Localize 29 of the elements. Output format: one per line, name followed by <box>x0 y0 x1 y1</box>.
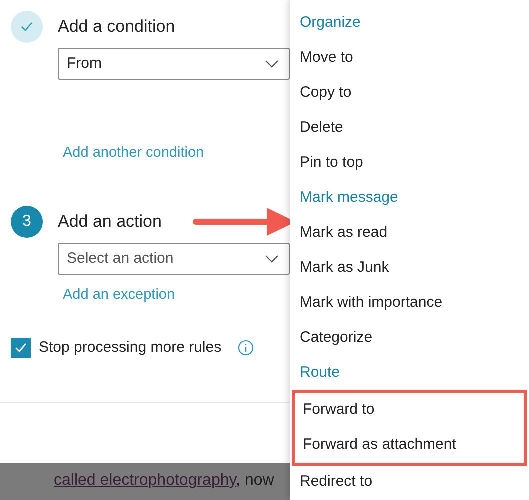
menu-section-header: Organize <box>299 13 362 34</box>
dropdown-field[interactable]: Select an action <box>58 242 290 275</box>
menu-item[interactable]: Copy to <box>290 76 529 111</box>
step-title: Add a condition <box>58 16 176 38</box>
menu-item[interactable]: Pin to top <box>290 146 529 181</box>
checkbox-label: Stop processing more rules <box>39 338 222 358</box>
dropdown-placeholder: Select an action <box>67 248 174 268</box>
menu-item[interactable]: Delete <box>290 111 529 146</box>
menu-item[interactable]: Move to <box>290 41 529 76</box>
dropdown-value: From <box>67 54 102 74</box>
menu-item[interactable]: Forward as attachment <box>293 428 524 463</box>
check-icon <box>21 22 33 32</box>
menu-item[interactable]: Mark with importance <box>290 286 529 321</box>
chevron-down-icon <box>265 254 279 263</box>
step-title: Add an action <box>58 211 162 233</box>
menu-item[interactable]: Redirect to <box>290 465 529 500</box>
menu-item[interactable]: Categorize <box>290 321 529 356</box>
menu-item[interactable]: Forward to <box>293 393 524 428</box>
document-link[interactable]: called electrophotography <box>54 472 236 489</box>
menu-section-header: Mark message <box>299 188 400 208</box>
checkbox[interactable] <box>11 338 31 358</box>
menu-item[interactable]: Mark as read <box>290 216 529 251</box>
info-icon <box>238 340 254 356</box>
menu-section-header: Route <box>299 363 342 384</box>
chevron-down-icon <box>265 60 279 68</box>
menu-item[interactable]: Mark as Junk <box>290 251 529 286</box>
dropdown-field[interactable]: From <box>58 48 290 80</box>
step-number: 3 <box>11 206 43 238</box>
check-icon <box>15 342 27 353</box>
